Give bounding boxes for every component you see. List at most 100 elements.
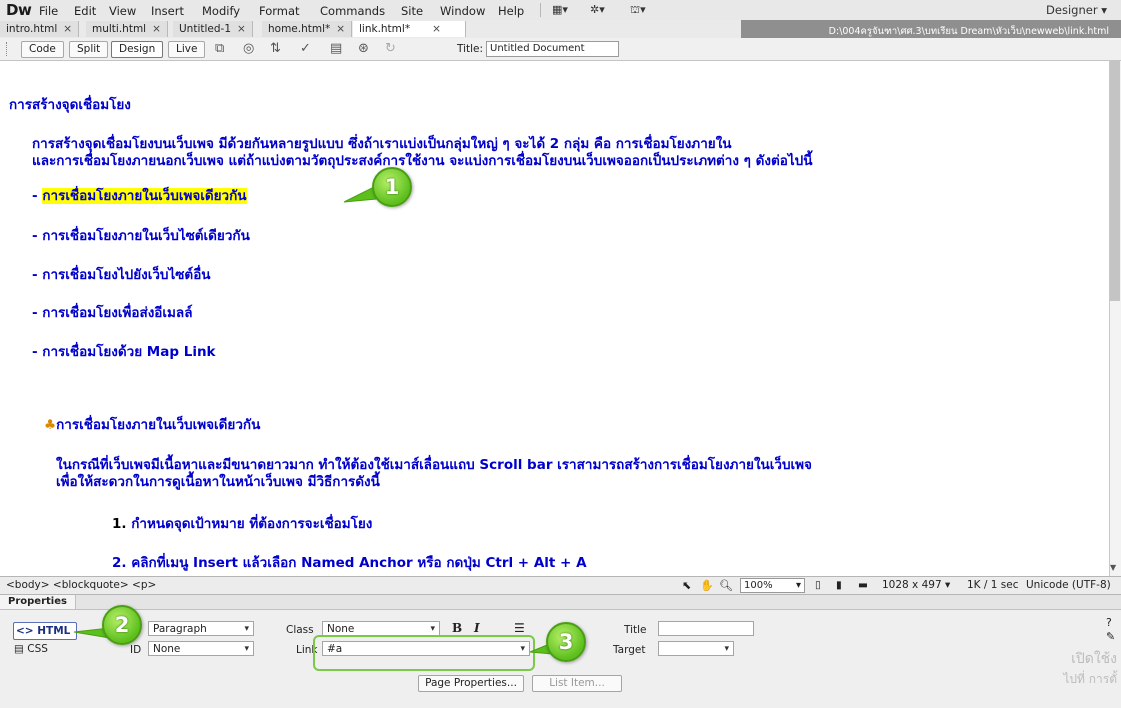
check-browser-icon[interactable]: ⊛ bbox=[358, 41, 369, 56]
target-select[interactable]: ▾ bbox=[658, 641, 734, 656]
tab-untitled[interactable]: Untitled-1 × bbox=[173, 21, 253, 37]
tab-label: multi.html bbox=[92, 23, 147, 35]
id-select[interactable]: None ▾ bbox=[148, 641, 254, 656]
zoom-select[interactable]: 100% ▾ bbox=[740, 578, 805, 593]
tab-intro[interactable]: intro.html × bbox=[0, 21, 80, 37]
w3c-validation-icon[interactable]: ✓ bbox=[300, 41, 311, 56]
callout-3-badge: 3 bbox=[546, 622, 586, 662]
watermark-line-2: ไปที่ การตั้ bbox=[1063, 672, 1117, 686]
app-logo: Dw bbox=[6, 1, 32, 19]
id-label: ID bbox=[130, 644, 142, 656]
bullet-dash: - bbox=[32, 188, 38, 204]
design-view[interactable]: การสร้างจุดเชื่อมโยง การสร้างจุดเชื่อมโย… bbox=[0, 61, 1109, 576]
workspace-switcher[interactable]: Designer ▾ bbox=[1046, 3, 1107, 17]
browser-preview-icon[interactable]: ◎ bbox=[243, 41, 254, 56]
section-paragraph-2: เพื่อให้สะดวกในการดูเนื้อหาในหน้าเว็บเพจ… bbox=[56, 474, 380, 490]
class-label: Class bbox=[286, 624, 314, 636]
unordered-list-icon[interactable]: ☰ bbox=[514, 621, 525, 635]
html-mode-button[interactable]: <> HTML bbox=[13, 622, 77, 640]
intro-line-2: และการเชื่อมโยงภายนอกเว็บเพจ แต่ถ้าแบ่งต… bbox=[32, 153, 813, 169]
menu-commands[interactable]: Commands bbox=[320, 4, 385, 18]
title-field-label: Title bbox=[624, 624, 647, 636]
layout-icon[interactable]: ▦▾ bbox=[552, 3, 568, 16]
properties-title[interactable]: Properties bbox=[0, 595, 76, 609]
scroll-down-icon[interactable]: ▼ bbox=[1110, 563, 1116, 572]
css-icon: ▤ bbox=[14, 643, 24, 655]
file-management-icon[interactable]: ⇅ bbox=[270, 41, 281, 56]
selected-link-text[interactable]: การเชื่อมโยงภายในเว็บเพจเดียวกัน bbox=[42, 188, 247, 204]
document-title-input[interactable]: Untitled Document bbox=[486, 41, 619, 57]
hand-tool-icon[interactable]: ✋ bbox=[700, 579, 714, 592]
menu-bar: Dw File Edit View Insert Modify Format C… bbox=[0, 0, 1121, 21]
desktop-size-icon[interactable]: ▬ bbox=[858, 579, 868, 591]
close-icon[interactable]: × bbox=[152, 23, 161, 35]
bold-button[interactable]: B bbox=[452, 621, 462, 635]
tab-label: home.html* bbox=[268, 23, 331, 35]
clipart-icon: ♣ bbox=[44, 417, 57, 433]
list-item-2: - การเชื่อมโยงภายในเว็บไซต์เดียวกัน bbox=[32, 228, 250, 244]
split-view-button[interactable]: Split bbox=[69, 41, 109, 58]
close-icon[interactable]: × bbox=[336, 23, 345, 35]
menu-insert[interactable]: Insert bbox=[151, 4, 184, 18]
code-view-button[interactable]: Code bbox=[21, 41, 64, 58]
menu-help[interactable]: Help bbox=[498, 4, 524, 18]
list-item-4: - การเชื่อมโยงเพื่อส่งอีเมลล์ bbox=[32, 305, 193, 321]
watermark-line-1: เปิดใช้ง bbox=[1071, 651, 1117, 667]
chevron-down-icon: ▾ bbox=[724, 644, 729, 654]
zoom-tool-icon[interactable]: 🔍︎ bbox=[719, 579, 733, 592]
menu-modify[interactable]: Modify bbox=[202, 4, 240, 18]
tag-selector[interactable]: <body> <blockquote> <p> bbox=[6, 579, 156, 591]
visual-aids-icon[interactable]: ▤ bbox=[330, 41, 342, 56]
window-size[interactable]: 1028 x 497 ▾ bbox=[882, 579, 950, 591]
chevron-down-icon: ▾ bbox=[244, 624, 249, 634]
activation-watermark: เปิดใช้ง ไปที่ การตั้ bbox=[1063, 648, 1117, 689]
menu-window[interactable]: Window bbox=[440, 4, 485, 18]
design-view-button[interactable]: Design bbox=[111, 41, 164, 58]
menu-site[interactable]: Site bbox=[401, 4, 423, 18]
close-icon[interactable]: × bbox=[237, 23, 246, 35]
close-icon[interactable]: × bbox=[432, 23, 441, 35]
callout-2-badge: 2 bbox=[102, 605, 142, 645]
encoding: Unicode (UTF-8) bbox=[1026, 579, 1111, 591]
tab-home[interactable]: home.html* × bbox=[262, 21, 353, 37]
page-heading: การสร้างจุดเชื่อมโยง bbox=[9, 97, 131, 113]
menu-format[interactable]: Format bbox=[259, 4, 300, 18]
step-2: 2. คลิกที่เมนู Insert แล้วเลือก Named An… bbox=[112, 555, 587, 571]
tab-label: intro.html bbox=[6, 23, 58, 35]
site-icon[interactable]: ⛫▾ bbox=[630, 3, 646, 18]
status-bar: <body> <blockquote> <p> ⬉ ✋ 🔍︎ 100% ▾ ▯ … bbox=[0, 576, 1121, 595]
page-properties-button[interactable]: Page Properties... bbox=[418, 675, 524, 692]
class-select[interactable]: None ▾ bbox=[322, 621, 440, 636]
link-highlight-box bbox=[313, 635, 535, 671]
gear-icon[interactable]: ✲▾ bbox=[590, 3, 605, 16]
tab-multi[interactable]: multi.html × bbox=[86, 21, 168, 37]
select-tool-icon[interactable]: ⬉ bbox=[682, 579, 691, 592]
mobile-size-icon[interactable]: ▯ bbox=[815, 579, 821, 591]
tablet-size-icon[interactable]: ▮ bbox=[836, 579, 842, 591]
italic-button[interactable]: I bbox=[474, 621, 480, 635]
menu-edit[interactable]: Edit bbox=[74, 4, 96, 18]
file-path: D:\004ครูจันฑา\ศศ.3\บทเรียน Dream\หัวเว็… bbox=[828, 26, 1109, 37]
multiscreen-icon[interactable]: ⧉ bbox=[215, 41, 224, 56]
tab-label: Untitled-1 bbox=[179, 23, 232, 35]
live-view-button[interactable]: Live bbox=[168, 41, 206, 58]
tab-link[interactable]: link.html* × bbox=[353, 21, 466, 37]
help-icon[interactable]: ? bbox=[1106, 616, 1112, 629]
format-select[interactable]: Paragraph ▾ bbox=[148, 621, 254, 636]
quick-tag-editor-icon[interactable]: ✎ bbox=[1106, 630, 1115, 643]
chevron-down-icon: ▾ bbox=[244, 644, 249, 654]
title-field-input[interactable] bbox=[658, 621, 754, 636]
callout-1-badge: 1 bbox=[372, 167, 412, 207]
menu-divider bbox=[540, 3, 541, 17]
step-1: 1. กำหนดจุดเป้าหมาย ที่ต้องการจะเชื่อมโย… bbox=[112, 512, 372, 534]
list-item-3: - การเชื่อมโยงไปยังเว็บไซต์อื่น bbox=[32, 267, 211, 283]
download-time: 1K / 1 sec bbox=[967, 579, 1019, 591]
list-item-button[interactable]: List Item... bbox=[532, 675, 622, 692]
scrollbar-thumb[interactable] bbox=[1110, 61, 1120, 301]
css-mode-button[interactable]: ▤ CSS bbox=[14, 643, 48, 655]
menu-view[interactable]: View bbox=[109, 4, 136, 18]
title-label: Title: bbox=[457, 43, 484, 55]
menu-file[interactable]: File bbox=[39, 4, 58, 18]
close-icon[interactable]: × bbox=[63, 23, 72, 35]
refresh-icon[interactable]: ↻ bbox=[385, 41, 396, 56]
